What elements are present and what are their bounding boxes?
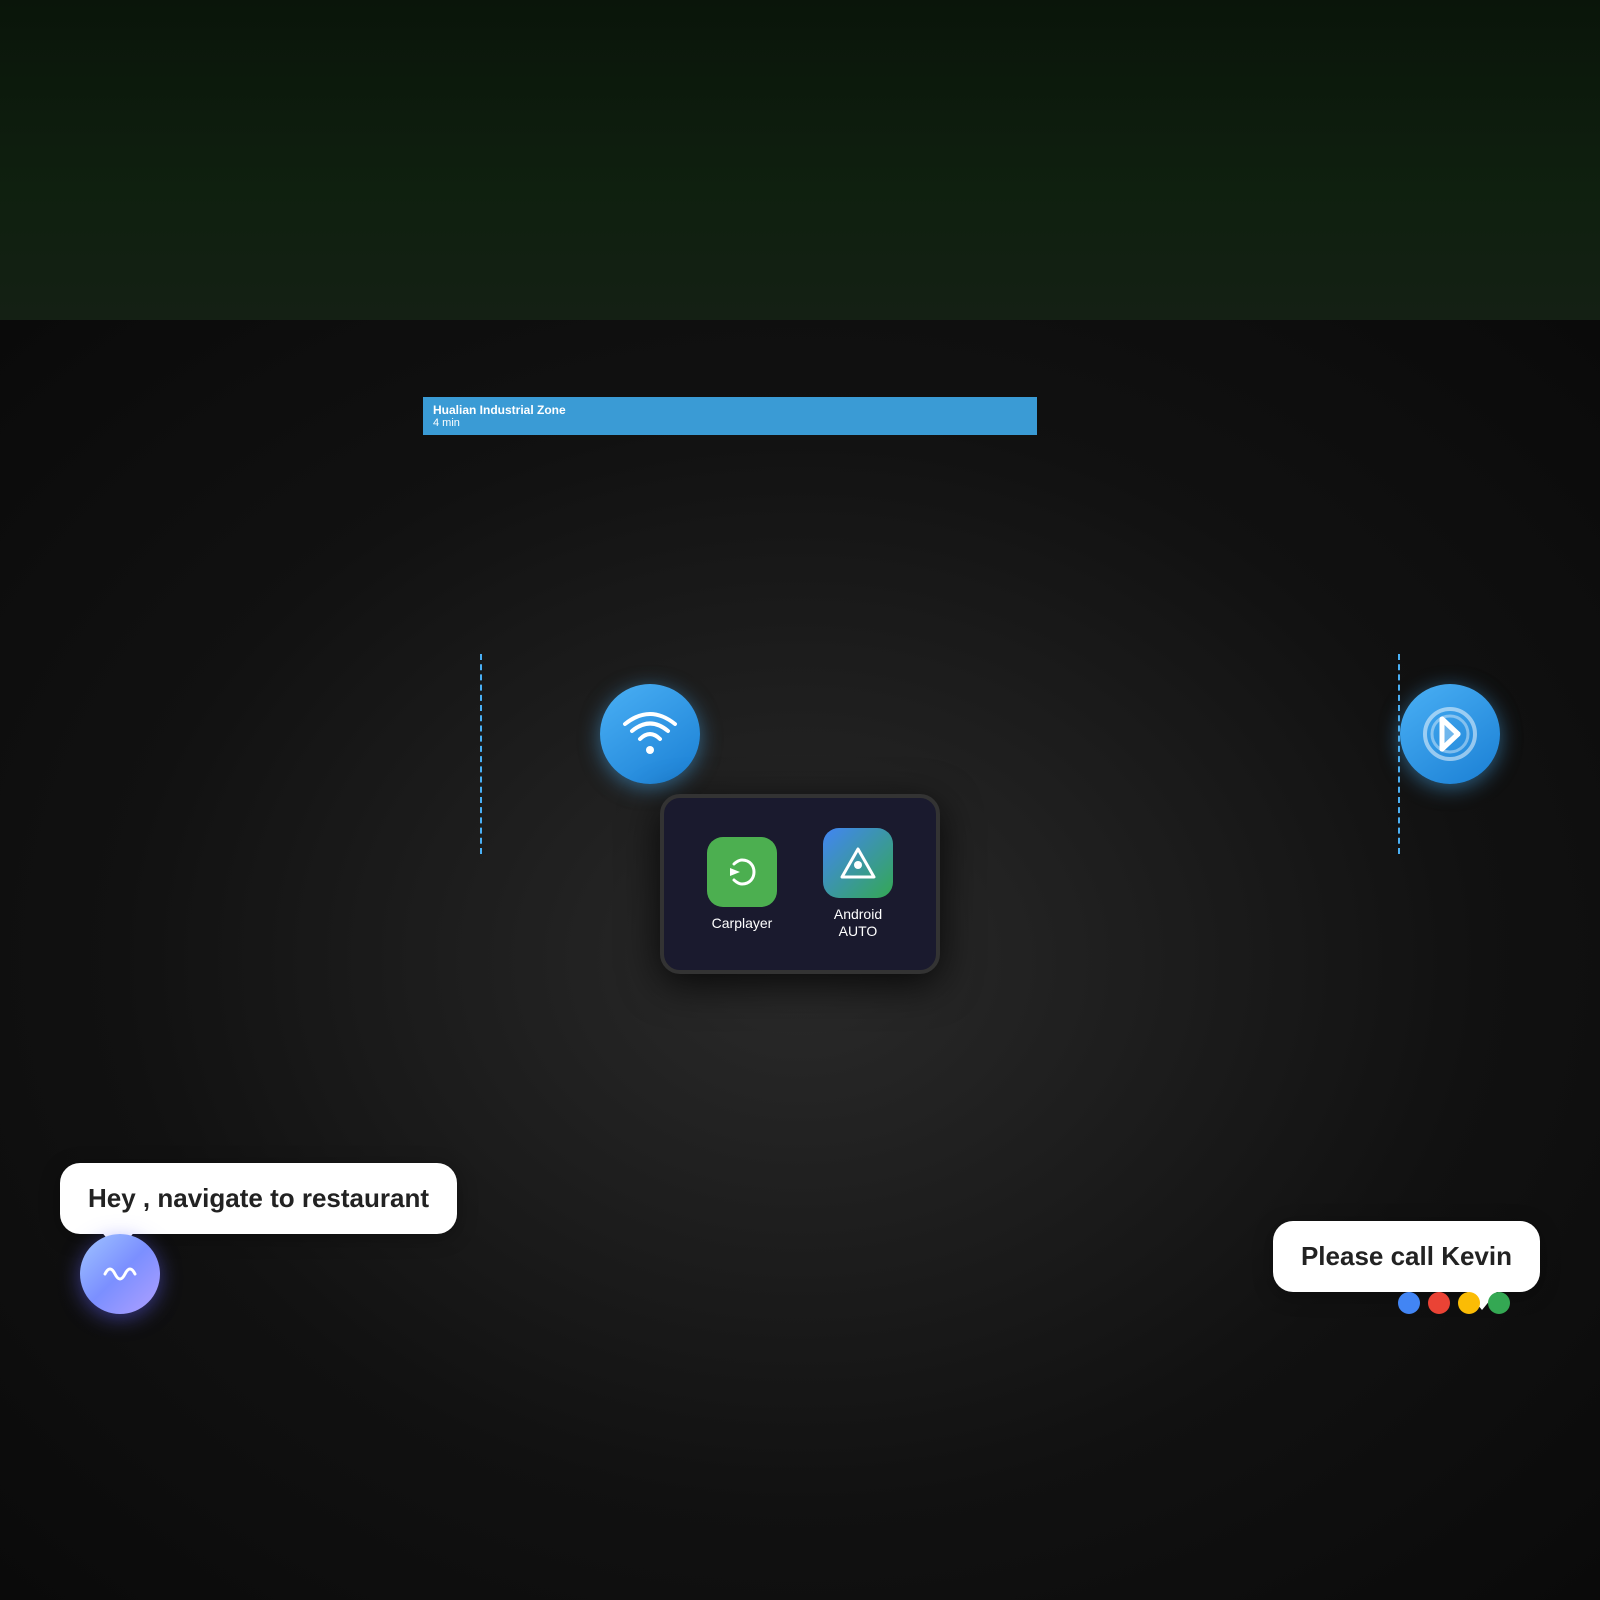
carplayer-app[interactable]: Carplayer <box>707 837 777 932</box>
connector-line-left <box>480 654 482 854</box>
google-dot-blue <box>1398 1292 1420 1314</box>
map-header: Hualian Industrial Zone 4 min <box>423 397 1037 435</box>
google-voice-bubble: Please call Kevin <box>1273 1221 1540 1294</box>
google-dot-green <box>1488 1292 1510 1314</box>
siri-speech-bubble: Hey , navigate to restaurant <box>60 1163 457 1234</box>
wifi-icon <box>600 684 700 784</box>
background-forest <box>0 0 1600 320</box>
android-auto-label: AndroidAUTO <box>834 906 882 940</box>
page-root: Make driving Smart Play <box>0 0 1600 1600</box>
siri-voice-bubble: Hey , navigate to restaurant <box>60 1163 457 1294</box>
siri-icon <box>80 1234 160 1314</box>
android-auto-icon[interactable] <box>823 828 893 898</box>
carplayer-label: Carplayer <box>712 915 773 932</box>
map-eta: 4 min <box>433 417 1027 429</box>
android-auto-app[interactable]: AndroidAUTO <box>823 828 893 940</box>
google-speech-bubble: Please call Kevin <box>1273 1221 1540 1292</box>
google-dot-red <box>1428 1292 1450 1314</box>
connector-line-right <box>1398 654 1400 854</box>
phone-device: Carplayer AndroidAUTO <box>660 794 940 974</box>
bluetooth-icon <box>1400 684 1500 784</box>
map-destination: Hualian Industrial Zone <box>433 403 1027 417</box>
siri-text: Hey , navigate to restaurant <box>88 1183 429 1213</box>
google-assistant-icon <box>1398 1292 1510 1314</box>
carplayer-icon[interactable] <box>707 837 777 907</box>
google-text: Please call Kevin <box>1301 1241 1512 1271</box>
google-dot-yellow <box>1458 1292 1480 1314</box>
